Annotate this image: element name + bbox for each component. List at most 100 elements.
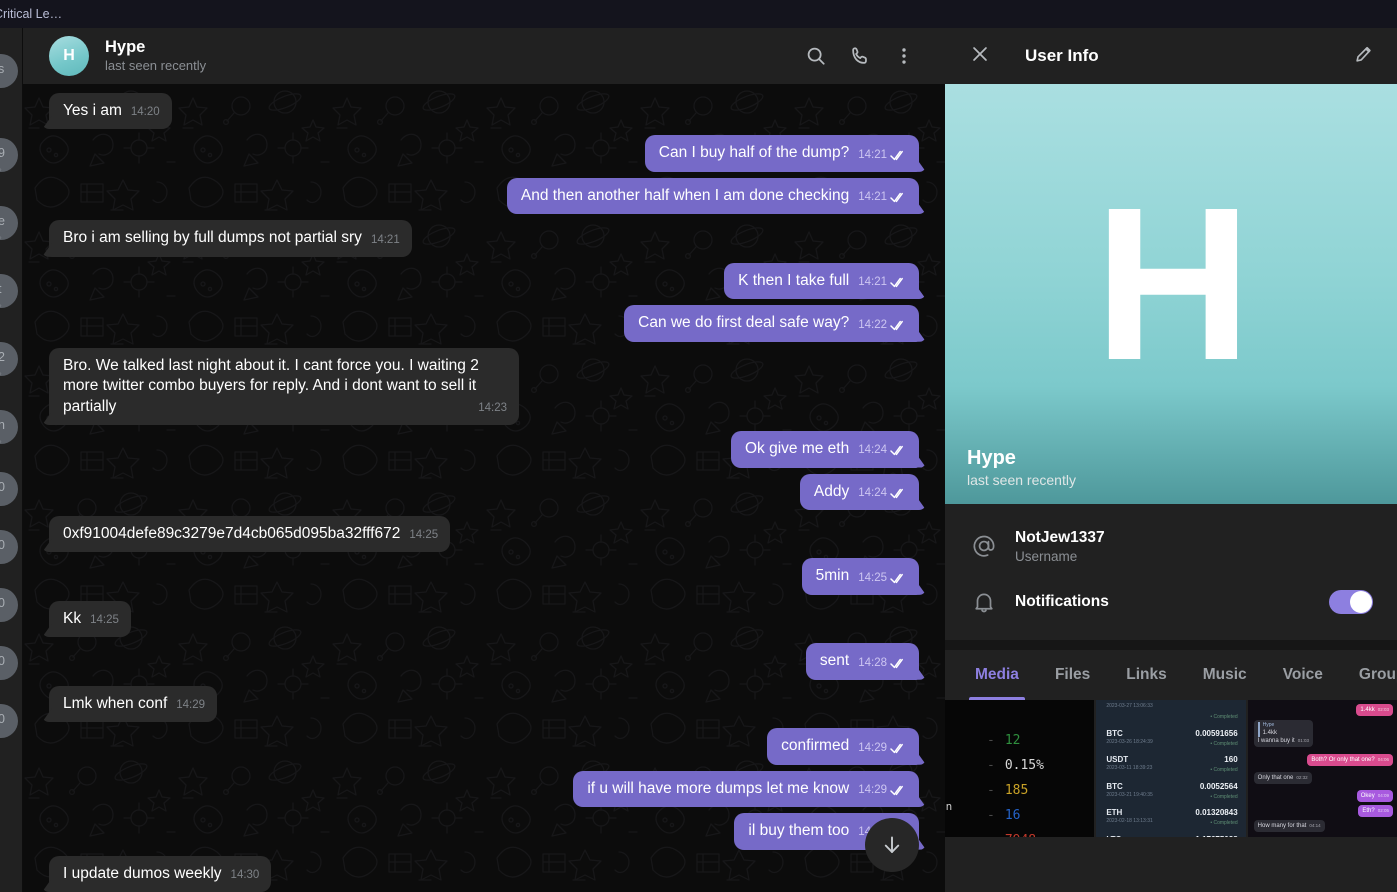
rail-avatar[interactable] [0,274,18,308]
read-ticks-icon [890,446,903,456]
message-bubble-incoming[interactable]: Lmk when conf 14:29 [49,685,218,723]
message-meta: 14:24 [858,486,907,502]
quote-block: Hype 1.4kk [1257,722,1309,737]
search-icon[interactable] [805,45,827,67]
message-bubble-outgoing[interactable]: And then another half when I am done che… [506,177,919,215]
thumb-message-time: 02:03 [1377,707,1389,712]
message-text: K then I take full [738,271,850,289]
browser-top-strip: Critical Le… [0,0,1397,28]
message-text: Bro i am selling by full dumps not parti… [63,229,362,247]
message-time: 14:23 [478,401,507,414]
more-vertical-icon[interactable] [893,45,915,67]
chat-header[interactable]: H Hype last seen recently [23,28,945,84]
message-row: K then I take full 14:21 [23,260,945,302]
stats-rows: -12 -0.15% -185 -16 -7948 [987,728,1044,837]
tab-links[interactable]: Links [1108,650,1184,700]
thumb-message-row: Eth? 02:05 [1358,805,1393,818]
message-bubble-incoming[interactable]: 0xf91004defe89c3279e7d4cb065d095ba32fff6… [49,515,451,553]
tx-row: ETH 2023-02-18 13:13:31 0.01320843 • Comple… [1096,806,1245,833]
read-ticks-icon [890,193,903,203]
tx-row: USDT 2023-03-11 18:39:23 160 • Completed [1096,753,1245,780]
thumb-message-time: 01:03 [1297,737,1309,743]
message-bubble-outgoing[interactable]: confirmed 14:29 [767,728,919,765]
message-time: 14:24 [858,444,887,457]
message-meta: 14:22 [858,318,907,334]
thumb-message-row: Hype 1.4kk I wanna buy it 01:03 [1253,720,1313,747]
avatar[interactable]: H [49,36,89,76]
pencil-icon[interactable] [1353,43,1375,70]
notifications-toggle[interactable] [1329,590,1373,614]
media-thumbnail[interactable]: 2023-03-27 13:06:33 • Completed BTC 2023-03… [1096,700,1246,838]
message-bubble-incoming[interactable]: Kk 14:25 [49,600,131,638]
message-bubble-outgoing[interactable]: sent 14:28 [805,643,919,680]
media-thumbnail[interactable]: 1.4kk 02:03 Hype 1.4kk I wanna buy it 01:03 Bo… [1247,700,1397,837]
tab-voice[interactable]: Voice [1265,650,1341,700]
thumb-message-time: 04:14 [1309,823,1321,828]
rail-chat-name: s [0,62,5,76]
tab-groups[interactable]: Groups [1341,650,1397,700]
message-bubble-incoming[interactable]: Bro i am selling by full dumps not parti… [49,220,412,257]
stats-row: -185 [987,783,1029,798]
scroll-to-bottom-button[interactable] [865,818,919,872]
message-row: Can we do first deal safe way? 14:22 [23,302,945,344]
message-row: confirmed 14:29 [23,725,945,767]
user-info-row-notifications[interactable]: Notifications [945,574,1397,630]
message-row: Bro i am selling by full dumps not parti… [23,217,945,259]
chat-header-texts: Hype last seen recently [105,38,805,75]
tx-amount: 1.17675038 [1195,835,1237,838]
rail-chat-preview: › [0,232,2,244]
thumb-message-bubble: How many for that 04:14 [1253,820,1325,833]
message-time: 14:25 [858,571,887,584]
message-time: 14:29 [858,741,887,754]
message-text: Ok give me eth [744,440,850,458]
rail-chat-name: 0 [0,654,5,668]
panel-divider [945,640,1397,650]
message-meta: 14:23 [478,401,507,417]
chat-status: last seen recently [105,58,207,74]
rail-chat-name: e [0,214,5,228]
message-scroll-area[interactable]: Yes i am 14:20 Can I buy half of the dump?… [23,84,945,892]
thumb-message-time: 02:32 [1296,775,1308,780]
notifications-label: Notifications [1015,593,1109,610]
message-meta: 14:24 [858,443,907,459]
thumb-message-text: Eth? [1362,808,1375,814]
message-meta: 14:30 [231,868,260,884]
tab-files[interactable]: Files [1037,650,1108,700]
message-text: Lmk when conf [63,694,168,712]
message-text: confirmed [781,737,850,755]
chat-list-rail[interactable]: s 9 › e › t › 2 › n › 0 0 0 0 0 [0,28,23,892]
tab-media[interactable]: Media [957,650,1037,700]
message-bubble-outgoing[interactable]: Ok give me eth 14:24 [730,431,919,468]
thumb-message-row: Both? Or only that one? 04:06 [1307,754,1393,767]
phone-icon[interactable] [849,45,871,67]
tx-amount: 0.0052564 [1199,781,1238,791]
message-bubble-outgoing[interactable]: 5min 14:25 [801,558,919,595]
stats-row: -7948 [987,828,1044,837]
message-time: 14:28 [858,656,887,669]
close-icon[interactable] [969,43,991,70]
user-info-row-username[interactable]: NotJew1337 Username [945,518,1397,574]
message-bubble-outgoing[interactable]: K then I take full 14:21 [724,262,919,300]
profile-cover[interactable]: H Hype last seen recently [945,84,1397,504]
stats-row: -0.15% [987,758,1044,773]
user-info-panel: User Info H Hype last seen recently NotJ… [945,28,1397,892]
media-thumbnail[interactable]: .n -12 -0.15% -185 -16 -7948 [945,700,1095,837]
tx-row: 2023-03-27 13:06:33 • Completed [1096,700,1245,727]
message-bubble-incoming[interactable]: Bro. We talked last night about it. I ca… [49,347,519,426]
rail-chat-name: n [0,418,5,432]
message-time: 14:21 [858,148,887,161]
message-bubble-incoming[interactable]: I update dumos weekly 14:30 [49,855,272,892]
message-bubble-outgoing[interactable]: Can we do first deal safe way? 14:22 [624,305,919,342]
read-ticks-icon [890,150,903,160]
thumb-message-row: 1.4kk 02:03 [1356,704,1393,717]
message-bubble-outgoing[interactable]: if u will have more dumps let me know 14:… [573,770,919,808]
tab-music[interactable]: Music [1185,650,1265,700]
message-bubble-outgoing[interactable]: Can I buy half of the dump? 14:21 [644,135,919,172]
message-bubble-outgoing[interactable]: Addy 14:24 [799,473,919,510]
message-time: 14:20 [130,106,160,119]
message-bubble-incoming[interactable]: Yes i am 14:20 [49,93,172,130]
thumb-message-text: Only that one [1257,775,1294,781]
message-text: 5min [815,567,850,585]
thumb-message-bubble: Hype 1.4kk I wanna buy it 01:03 [1253,720,1313,747]
message-time: 14:21 [858,276,887,289]
